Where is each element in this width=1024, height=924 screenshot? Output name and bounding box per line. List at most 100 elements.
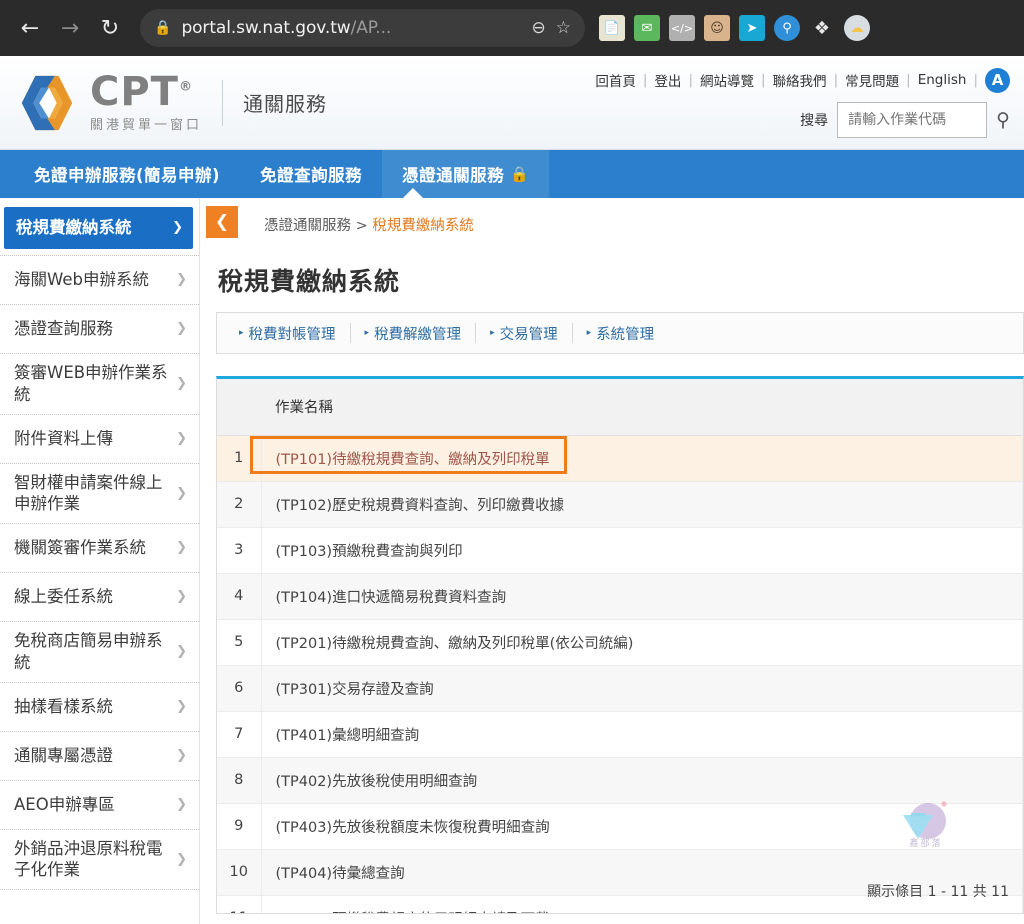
sidebar-item-export-duty-drawback[interactable]: 外銷品沖退原料稅電子化作業 ❯ bbox=[0, 830, 199, 891]
top-link-home[interactable]: 回首頁 bbox=[588, 70, 643, 90]
table-right-edge bbox=[1022, 379, 1023, 913]
operations-table-card: 作業名稱 1 (TP101)待繳稅規費查詢、繳納及列印稅單 2 (TP102)歷… bbox=[216, 376, 1024, 914]
operation-link[interactable]: (TP102)歷史稅規費資料查詢、列印繳費收據 bbox=[261, 481, 1023, 528]
sidebar-item-label: 外銷品沖退原料稅電子化作業 bbox=[14, 838, 163, 880]
tab-certificate-customs-service[interactable]: 憑證通關服務 🔒 bbox=[382, 150, 550, 199]
table-row[interactable]: 7 (TP401)彙總明細查詢 bbox=[217, 711, 1023, 758]
chevron-right-icon: ❯ bbox=[176, 797, 187, 813]
submenu-item-reconciliation[interactable]: ▸ 稅費對帳管理 bbox=[225, 323, 351, 343]
watermark-logo: 鑫部落 bbox=[895, 799, 957, 861]
sidebar-item-online-delegation[interactable]: 線上委任系統 ❯ bbox=[0, 573, 199, 623]
top-link-contact[interactable]: 聯絡我們 bbox=[766, 70, 834, 90]
site-logo[interactable]: CPT® 關港貿單一窗口 bbox=[16, 72, 202, 134]
sidebar-item-attachment-upload[interactable]: 附件資料上傳 ❯ bbox=[0, 415, 199, 464]
forward-arrow-icon[interactable]: → bbox=[52, 10, 88, 46]
submenu-item-remittance[interactable]: ▸ 稅費解繳管理 bbox=[351, 323, 477, 343]
triangle-right-icon: ▸ bbox=[490, 328, 495, 338]
sidebar-item-sampling-system[interactable]: 抽樣看樣系統 ❯ bbox=[0, 683, 199, 732]
mail-extension-icon[interactable]: ✉ bbox=[634, 15, 660, 41]
row-index: 2 bbox=[217, 481, 262, 528]
submenu-item-system[interactable]: ▸ 系統管理 bbox=[573, 323, 669, 343]
row-index: 6 bbox=[217, 665, 262, 712]
watermark-text: 鑫部落 bbox=[909, 839, 943, 849]
reload-icon[interactable]: ↻ bbox=[92, 10, 128, 46]
sidebar-item-agency-review[interactable]: 機關簽審作業系統 ❯ bbox=[0, 524, 199, 574]
download-extension-icon[interactable]: ➤ bbox=[739, 15, 765, 41]
submenu-bar: ▸ 稅費對帳管理 ▸ 稅費解繳管理 ▸ 交易管理 ▸ 系統管理 bbox=[216, 312, 1024, 354]
row-index: 8 bbox=[217, 757, 262, 804]
documents-extension-icon[interactable]: 📄 bbox=[599, 15, 625, 41]
table-row[interactable]: 8 (TP402)先放後稅使用明細查詢 bbox=[217, 757, 1023, 804]
address-bar[interactable]: 🔒 portal.sw.nat.gov.tw/AP... ⊖ ☆ bbox=[140, 9, 585, 47]
chevron-left-icon[interactable]: ❮ bbox=[206, 206, 238, 238]
operation-link[interactable]: (TP103)預繳稅費查詢與列印 bbox=[261, 527, 1023, 574]
search-input[interactable] bbox=[837, 101, 988, 138]
puzzle-extensions-icon[interactable]: ❖ bbox=[809, 15, 835, 41]
code-extension-icon[interactable]: </> bbox=[669, 15, 695, 41]
submenu-item-label: 交易管理 bbox=[499, 326, 558, 343]
chevron-right-icon: ❯ bbox=[176, 272, 187, 288]
top-link-english[interactable]: English bbox=[911, 72, 974, 88]
row-index: 11 bbox=[217, 895, 262, 913]
sidebar-item-customs-certificate[interactable]: 通關專屬憑證 ❯ bbox=[0, 732, 199, 781]
operation-link[interactable]: (TP201)待繳稅規費查詢、繳納及列印稅單(依公司統編) bbox=[261, 619, 1023, 666]
star-icon[interactable]: ☆ bbox=[556, 18, 571, 38]
lock-icon: 🔒 bbox=[154, 20, 172, 36]
triangle-right-icon: ▸ bbox=[364, 328, 370, 338]
sidebar-item-aeo-zone[interactable]: AEO申辦專區 ❯ bbox=[0, 781, 199, 830]
browser-toolbar: ← → ↻ 🔒 portal.sw.nat.gov.tw/AP... ⊖ ☆ 📄… bbox=[0, 0, 1024, 56]
table-row[interactable]: 4 (TP104)進口快遞簡易稅費資料查詢 bbox=[217, 573, 1023, 620]
operation-link[interactable]: (TP301)交易存證及查詢 bbox=[261, 665, 1023, 712]
sidebar-item-customs-web[interactable]: 海關Web申辦系統 ❯ bbox=[0, 256, 199, 305]
search-extension-icon[interactable]: ⚲ bbox=[774, 15, 800, 41]
tab-free-query-service[interactable]: 免證查詢服務 bbox=[240, 150, 382, 198]
breadcrumb-root[interactable]: 憑證通關服務 bbox=[264, 218, 351, 234]
sidebar-item-label: AEO申辦專區 bbox=[14, 794, 115, 814]
weather-extension-icon[interactable]: ☁ bbox=[844, 15, 870, 41]
page-body: 稅規費繳納系統 ❯ 海關Web申辦系統 ❯ 憑證查詢服務 ❯ 簽審WEB申辦作業… bbox=[0, 198, 1024, 924]
zoom-out-icon[interactable]: ⊖ bbox=[532, 18, 546, 38]
table-row[interactable]: 6 (TP301)交易存證及查詢 bbox=[217, 665, 1023, 712]
operation-link[interactable]: (TP101)待繳稅規費查詢、繳納及列印稅單 bbox=[261, 435, 1023, 482]
submenu-item-transaction[interactable]: ▸ 交易管理 bbox=[476, 323, 573, 343]
top-link-faq[interactable]: 常見問題 bbox=[838, 70, 906, 90]
top-link-sitemap[interactable]: 網站導覽 bbox=[693, 70, 761, 90]
operation-link[interactable]: (TP401)彙總明細查詢 bbox=[261, 711, 1023, 758]
submenu-item-label: 稅費解繳管理 bbox=[374, 326, 462, 343]
cpt-hexagon-logo-icon bbox=[21, 75, 73, 130]
header-divider bbox=[222, 79, 224, 126]
sidebar-item-label: 通關專屬憑證 bbox=[14, 745, 113, 765]
table-row[interactable]: 5 (TP201)待繳稅規費查詢、繳納及列印稅單(依公司統編) bbox=[217, 619, 1023, 666]
table-row[interactable]: 2 (TP102)歷史稅規費資料查詢、列印繳費收據 bbox=[217, 481, 1023, 528]
breadcrumb-separator: > bbox=[355, 218, 368, 234]
table-row[interactable]: 1 (TP101)待繳稅規費查詢、繳納及列印稅單 bbox=[217, 435, 1023, 482]
back-arrow-icon[interactable]: ← bbox=[12, 10, 48, 46]
tab-simple-application[interactable]: 免證申辦服務(簡易申辦) bbox=[14, 150, 240, 198]
row-index: 9 bbox=[217, 803, 262, 850]
sidebar-item-ip-online-application[interactable]: 智財權申請案件線上申辦作業 ❯ bbox=[0, 464, 199, 525]
chevron-right-icon: ❯ bbox=[176, 748, 187, 764]
search-icon[interactable]: ⚲ bbox=[996, 109, 1010, 131]
row-index: 7 bbox=[217, 711, 262, 758]
robot-extension-icon[interactable]: ☺ bbox=[704, 15, 730, 41]
top-link-logout[interactable]: 登出 bbox=[647, 70, 688, 90]
sidebar-item-signature-web[interactable]: 簽審WEB申辦作業系統 ❯ bbox=[0, 354, 199, 415]
accessibility-badge[interactable]: A bbox=[985, 67, 1010, 93]
table-row[interactable]: 3 (TP103)預繳稅費查詢與列印 bbox=[217, 527, 1023, 574]
service-label: 通關服務 bbox=[243, 92, 328, 116]
operation-link[interactable]: (TP402)先放後稅使用明細查詢 bbox=[261, 757, 1023, 804]
site-header: CPT® 關港貿單一窗口 通關服務 回首頁 | 登出 | 網站導覽 | 聯絡我們 | 常… bbox=[0, 56, 1024, 150]
operation-link[interactable]: (TP104)進口快遞簡易稅費資料查詢 bbox=[261, 573, 1023, 620]
url-text: portal.sw.nat.gov.tw/AP... bbox=[181, 18, 392, 38]
top-links: 回首頁 | 登出 | 網站導覽 | 聯絡我們 | 常見問題 | English | A bbox=[588, 67, 1010, 93]
sidebar-item-certificate-query[interactable]: 憑證查詢服務 ❯ bbox=[0, 305, 199, 354]
sidebar-item-duty-free-shop[interactable]: 免稅商店簡易申辦系統 ❯ bbox=[0, 622, 199, 683]
chevron-right-icon: ❯ bbox=[172, 220, 183, 236]
breadcrumb-current: 稅規費繳納系統 bbox=[372, 218, 474, 234]
sidebar-item-label: 免稅商店簡易申辦系統 bbox=[14, 631, 163, 672]
sidebar-item-tax-payment-system[interactable]: 稅規費繳納系統 ❯ bbox=[4, 207, 193, 249]
row-index: 5 bbox=[217, 619, 262, 666]
submenu-item-label: 系統管理 bbox=[596, 326, 655, 343]
extension-tray: 📄 ✉ </> ☺ ➤ ⚲ ❖ ☁ bbox=[599, 15, 870, 41]
row-index: 3 bbox=[217, 527, 262, 574]
